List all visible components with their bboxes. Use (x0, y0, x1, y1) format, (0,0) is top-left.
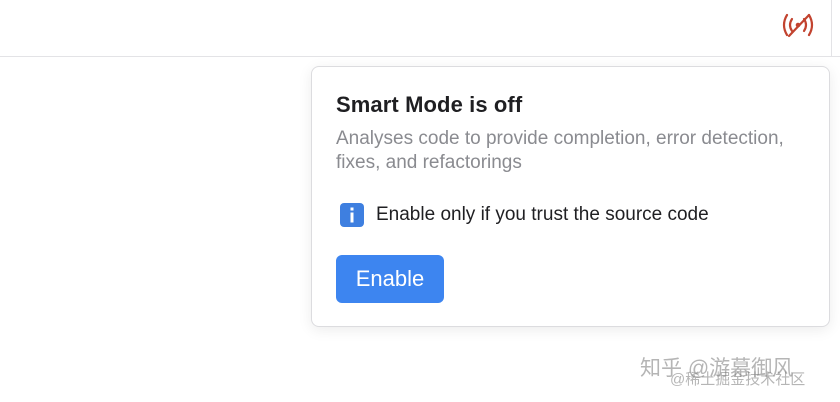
popup-title: Smart Mode is off (336, 92, 523, 117)
enable-button[interactable]: Enable (336, 255, 444, 303)
smart-mode-off-broadcast-icon (782, 13, 814, 38)
top-toolbar (0, 0, 840, 57)
trust-hint: Enable only if you trust the source code (340, 202, 709, 228)
smart-mode-popup: Smart Mode is off Analyses code to provi… (311, 66, 830, 327)
popup-description: Analyses code to provide completion, err… (336, 128, 784, 173)
watermark-juejin: @稀土掘金技术社区 (670, 371, 806, 388)
smart-mode-off-icon[interactable] (780, 10, 816, 40)
toolbar-divider (831, 0, 832, 57)
info-icon (340, 203, 364, 227)
trust-hint-text: Enable only if you trust the source code (376, 204, 709, 225)
